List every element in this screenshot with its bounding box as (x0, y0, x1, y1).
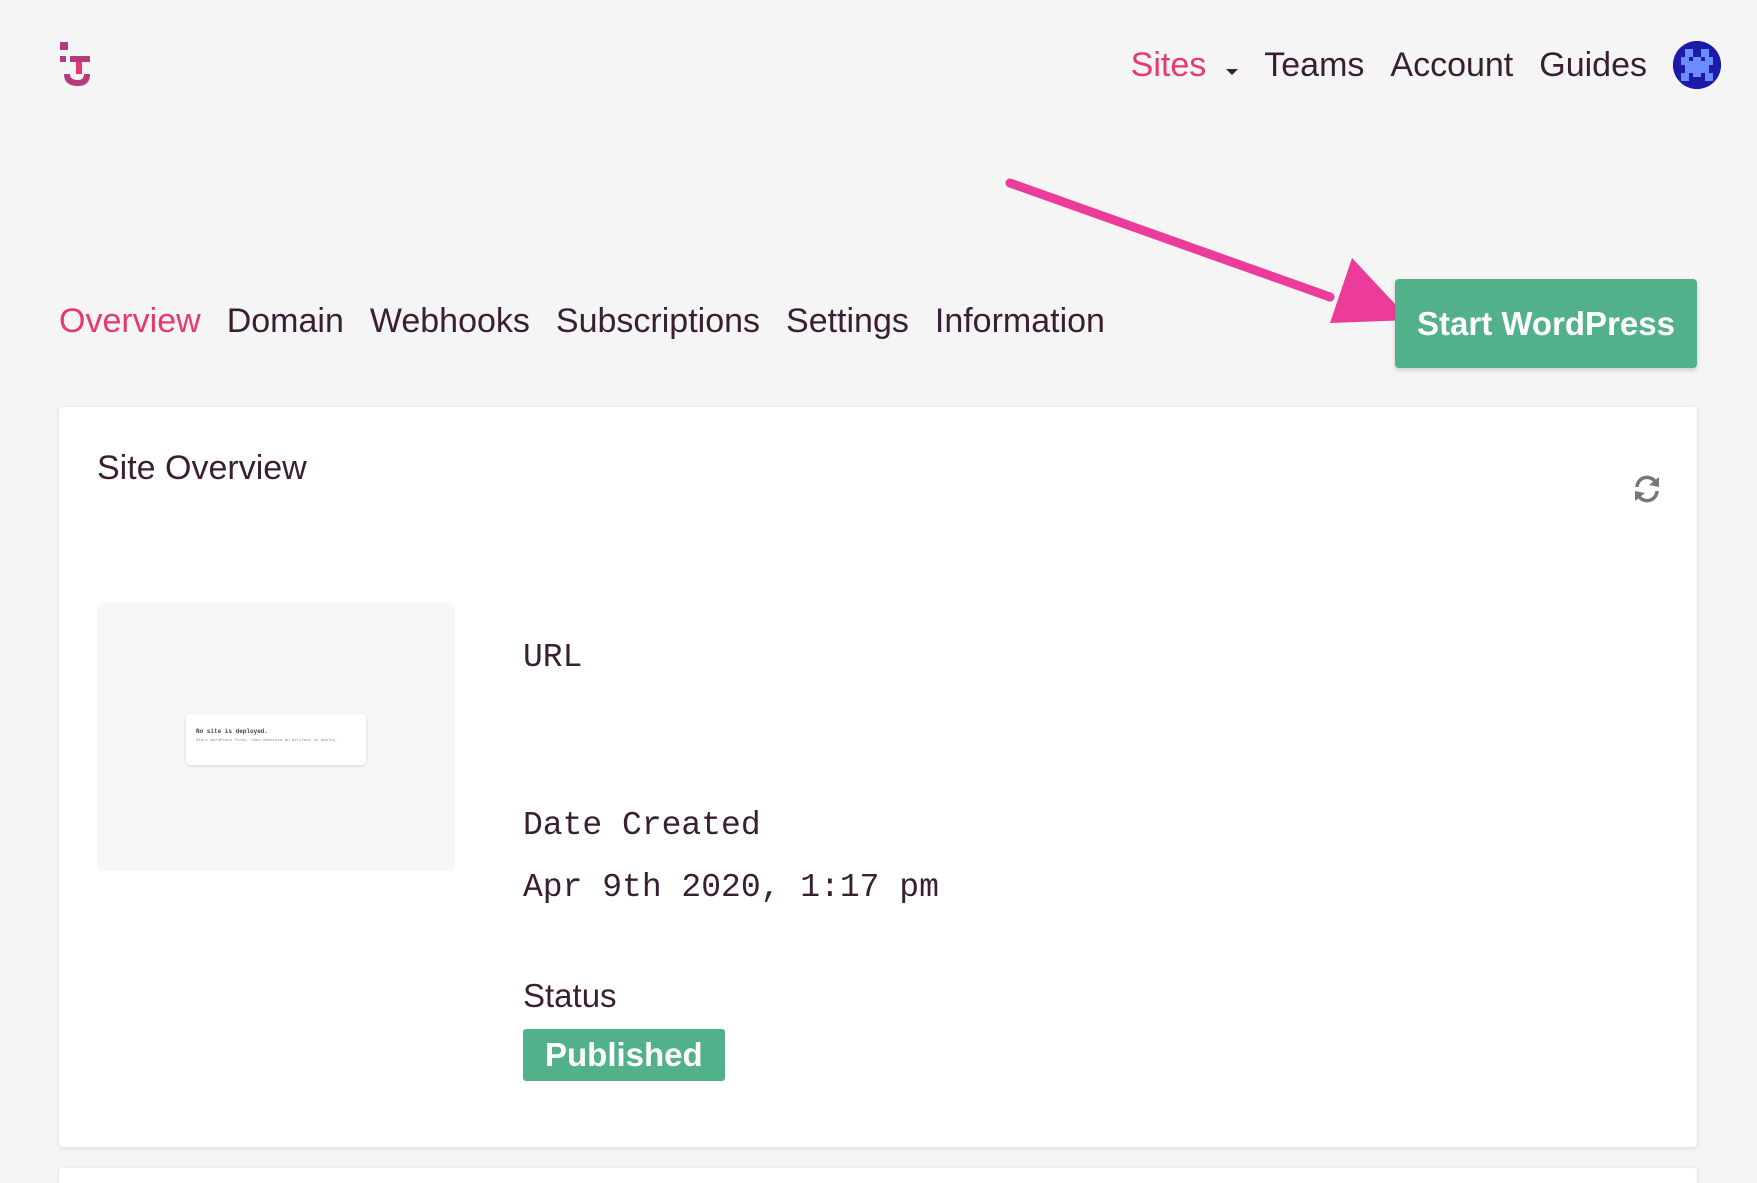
nav-sites[interactable]: Sites (1131, 46, 1207, 85)
site-overview-card: Site Overview No site is deployed. Start… (59, 407, 1697, 1147)
brand-logo-icon[interactable] (56, 42, 96, 90)
tab-information[interactable]: Information (935, 302, 1105, 341)
tab-overview[interactable]: Overview (59, 302, 201, 341)
status-label: Status (523, 977, 617, 1014)
refresh-icon[interactable] (1631, 473, 1663, 505)
tab-subscriptions[interactable]: Subscriptions (556, 302, 760, 341)
pixel-avatar-icon[interactable] (1673, 41, 1721, 89)
next-card (59, 1168, 1697, 1183)
preview-text: Start WordPress first, then Generate an … (196, 739, 338, 743)
card-title: Site Overview (97, 449, 307, 487)
start-wordpress-button[interactable]: Start WordPress (1395, 279, 1697, 368)
site-preview-thumbnail: No site is deployed. Start WordPress fir… (97, 603, 455, 871)
page: Sites Teams Account Guides Overview Doma… (0, 0, 1757, 1183)
status-badge: Published (523, 1029, 725, 1081)
chevron-down-icon[interactable] (1226, 69, 1239, 75)
date-created-value: Apr 9th 2020, 1:17 pm (523, 869, 939, 906)
tab-domain[interactable]: Domain (227, 302, 344, 341)
nav-account[interactable]: Account (1390, 46, 1513, 85)
tab-webhooks[interactable]: Webhooks (370, 302, 530, 341)
url-label: URL (523, 639, 583, 676)
preview-message-card: No site is deployed. Start WordPress fir… (186, 714, 366, 765)
top-navigation: Sites Teams Account Guides (1105, 40, 1721, 90)
preview-heading: No site is deployed. (196, 728, 269, 735)
nav-guides[interactable]: Guides (1539, 46, 1647, 85)
nav-teams[interactable]: Teams (1264, 46, 1364, 85)
site-tabs: Overview Domain Webhooks Subscriptions S… (59, 302, 1131, 341)
tab-settings[interactable]: Settings (786, 302, 909, 341)
date-created-label: Date Created (523, 807, 761, 844)
